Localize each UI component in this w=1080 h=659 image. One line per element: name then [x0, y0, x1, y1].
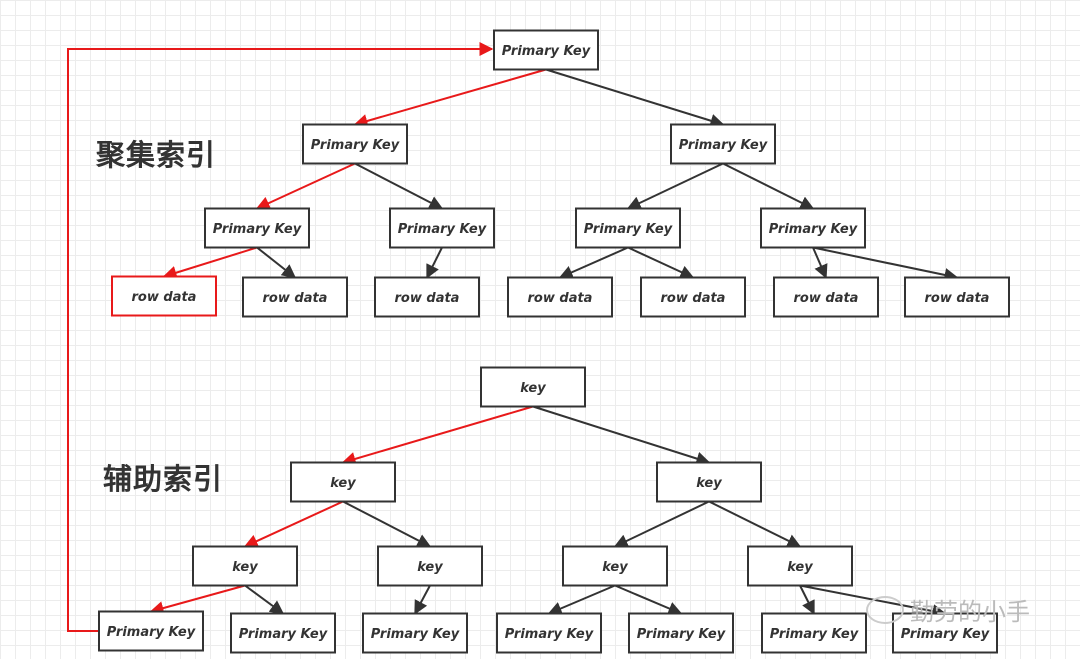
highlighted-edge	[149, 584, 246, 615]
secondary-leaf: Primary Key	[496, 612, 602, 654]
node-label: key	[520, 381, 546, 396]
highlighted-edge	[162, 246, 258, 280]
clustered-leaf: row data	[111, 275, 217, 317]
secondary-node: key	[192, 545, 298, 587]
tree-edge	[532, 405, 711, 466]
node-label: key	[232, 560, 258, 575]
tree-edge	[545, 68, 725, 128]
node-label: Primary Key	[584, 222, 673, 237]
clustered-leaf: row data	[640, 276, 746, 318]
clustered-leaf: row data	[374, 276, 480, 318]
wechat-icon	[866, 595, 904, 624]
clustered-leaf: row data	[507, 276, 613, 318]
secondary-index-title: 辅助索引	[103, 462, 224, 496]
secondary-leaf: Primary Key	[362, 612, 468, 654]
tree-edge	[614, 584, 683, 616]
clustered-node: Primary Key	[204, 207, 310, 249]
secondary-node: key	[747, 545, 853, 587]
node-label: row data	[794, 291, 859, 306]
tree-edge	[708, 500, 802, 548]
node-label: key	[787, 560, 813, 575]
node-label: Primary Key	[769, 222, 858, 237]
node-label: Primary Key	[311, 138, 400, 153]
node-label: Primary Key	[239, 627, 328, 642]
highlighted-edge	[243, 500, 344, 548]
node-label: Primary Key	[679, 138, 768, 153]
node-label: row data	[263, 291, 328, 306]
tree-edge	[256, 246, 297, 279]
tree-edge	[812, 247, 828, 279]
node-label: key	[417, 560, 443, 575]
tree-edge	[812, 246, 959, 282]
node-label: key	[696, 476, 722, 491]
node-label: Primary Key	[901, 627, 990, 642]
node-label: row data	[661, 291, 726, 306]
tree-edge	[342, 500, 432, 548]
watermark: 勤劳的小手	[866, 592, 1030, 627]
tree-edge	[244, 584, 285, 615]
clustered-node: Primary Key	[575, 207, 681, 249]
node-label: key	[602, 560, 628, 575]
tree-edge	[626, 162, 724, 210]
tree-edge	[627, 246, 695, 279]
tree-edge	[426, 247, 443, 279]
tree-edge	[558, 246, 629, 279]
secondary-node: key	[562, 545, 668, 587]
clustered-leaf: row data	[904, 276, 1010, 318]
node-label: row data	[132, 290, 197, 305]
node-label: key	[330, 476, 356, 491]
clustered-node: Primary Key	[493, 29, 599, 71]
clustered-node: Primary Key	[389, 207, 495, 249]
secondary-node: key	[480, 366, 586, 408]
node-label: Primary Key	[107, 625, 196, 640]
clustered-index-title: 聚集索引	[96, 138, 217, 172]
secondary-leaf: Primary Key	[98, 610, 204, 652]
clustered-node: Primary Key	[760, 207, 866, 249]
highlighted-edge	[341, 405, 534, 466]
node-label: Primary Key	[770, 627, 859, 642]
node-label: row data	[395, 291, 460, 306]
node-label: Primary Key	[398, 222, 487, 237]
clustered-leaf: row data	[773, 276, 879, 318]
secondary-node: key	[290, 461, 396, 503]
secondary-leaf: Primary Key	[761, 612, 867, 654]
watermark-text: 勤劳的小手	[910, 598, 1030, 626]
node-label: Primary Key	[371, 627, 460, 642]
clustered-leaf: row data	[242, 276, 348, 318]
highlighted-edge	[255, 162, 356, 210]
b-tree-diagram: Primary Key Primary Key Primary Key Primary…	[67, 29, 1010, 654]
secondary-node: key	[656, 461, 762, 503]
tree-edge	[547, 584, 616, 616]
node-label: Primary Key	[213, 222, 302, 237]
tree-edge	[613, 500, 710, 548]
node-label: row data	[528, 291, 593, 306]
node-label: Primary Key	[505, 627, 594, 642]
secondary-node: key	[377, 545, 483, 587]
tree-edge	[799, 585, 815, 615]
clustered-node: Primary Key	[302, 123, 408, 165]
node-label: Primary Key	[502, 44, 591, 59]
highlighted-edge	[353, 68, 547, 128]
node-label: row data	[925, 291, 990, 306]
secondary-leaf: Primary Key	[230, 612, 336, 654]
tree-edge	[354, 162, 444, 210]
tree-edge	[722, 162, 815, 210]
tree-edge	[414, 585, 431, 615]
node-label: Primary Key	[637, 627, 726, 642]
secondary-leaf: Primary Key	[628, 612, 734, 654]
clustered-node: Primary Key	[670, 123, 776, 165]
